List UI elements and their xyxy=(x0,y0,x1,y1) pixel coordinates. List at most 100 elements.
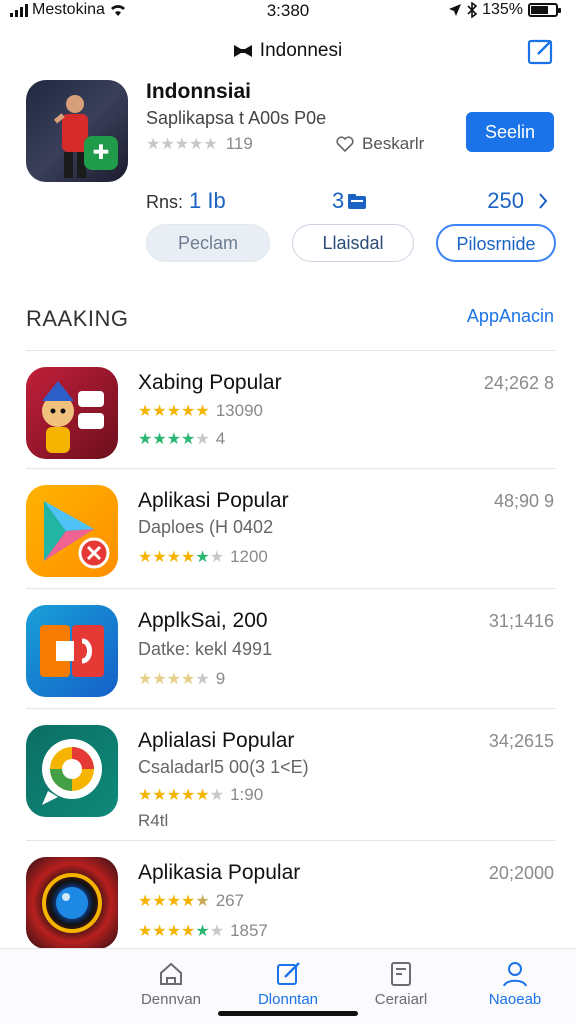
tab-label: Dlonntan xyxy=(257,991,319,1008)
featured-app-name: Indonnsiai xyxy=(146,80,251,103)
pill-button-1[interactable]: Peclam xyxy=(146,224,270,262)
location-arrow-icon xyxy=(449,4,462,16)
rating-count-secondary: 1857 xyxy=(230,921,268,940)
app-rating-secondary: ★★★★★★ 1857 xyxy=(138,921,268,941)
app-download-count: 34;2615 xyxy=(488,731,554,751)
star-rating-icon: ★★★★★★ xyxy=(138,787,225,804)
star-rating-icon: ★★★★★★ xyxy=(138,923,225,940)
tab-label: Ceraiarl xyxy=(374,991,428,1008)
tab-compose[interactable]: Dlonntan xyxy=(233,957,343,1008)
home-icon xyxy=(160,962,182,985)
list-item[interactable]: Aplialasi Popular 34;2615 Csaladarl5 00(… xyxy=(26,708,556,840)
stat-value-1: 1 Ib xyxy=(189,188,226,213)
section-title: RAAKING xyxy=(26,306,129,331)
status-bar: Mestokina 3:380 135% xyxy=(0,0,576,22)
app-subtitle: Datke: kekl 4991 xyxy=(138,639,273,659)
stat-value-3: 250 xyxy=(487,188,524,213)
bookmark-button[interactable]: Beskarlr xyxy=(336,134,424,154)
app-rating-primary: ★★★★★★ 1:90 xyxy=(138,785,263,805)
play-store-app-icon[interactable] xyxy=(26,485,118,577)
featured-app-rating: ★★★★★ 119 xyxy=(146,134,253,154)
list-item[interactable]: ApplkSai, 200 31;1416 Datke: kekl 4991 ★… xyxy=(26,588,556,708)
tab-label: Naoeab xyxy=(488,991,542,1008)
tab-bar: Dennvan Dlonntan Ceraiarl Naoeab xyxy=(0,948,576,1024)
app-title: Aplikasi Popular xyxy=(138,489,289,512)
star-rating-icon: ★★★★★ xyxy=(138,893,210,910)
battery-percent: 135% xyxy=(482,1,523,18)
rating-stars-icon: ★★★★★ xyxy=(146,136,218,153)
stat-age[interactable]: 250 xyxy=(487,188,548,214)
star-rating-icon: ★★★★★ xyxy=(138,431,210,448)
app-title: Xabing Popular xyxy=(138,371,282,394)
bluetooth-icon xyxy=(467,2,478,18)
app-title: Aplialasi Popular xyxy=(138,729,295,752)
list-item[interactable]: Aplikasia Popular 20;2000 ★★★★★ 267 ★★★★… xyxy=(26,840,556,950)
app-subtitle: Daploes (H 0402 xyxy=(138,517,274,537)
app-extra-label: R4tl xyxy=(138,811,169,830)
stats-row: Rns: 1 Ib 3 250 xyxy=(146,188,558,218)
app-rating-primary: ★★★★★★ 1200 xyxy=(138,547,268,567)
chat-app-icon[interactable] xyxy=(26,725,118,817)
colorful-chat-bubble-icon xyxy=(42,739,102,805)
rating-count: 9 xyxy=(215,669,226,688)
tab-home[interactable]: Dennvan xyxy=(116,957,226,1008)
compose-icon[interactable] xyxy=(526,36,556,66)
chevron-right-icon xyxy=(539,193,548,209)
list-item[interactable]: Aplikasi Popular 48;90 9 Daploes (H 0402… xyxy=(26,468,556,588)
cartoon-character-app-icon[interactable] xyxy=(26,367,118,459)
app-download-count: 48;90 9 xyxy=(493,491,554,511)
app-rating-primary: ★★★★★ 9 xyxy=(138,669,225,689)
play-triangle-icon xyxy=(44,501,110,569)
folder-icon xyxy=(348,194,367,209)
rating-count-secondary: 4 xyxy=(215,429,226,448)
app-title: Aplikasia Popular xyxy=(138,861,301,884)
rating-count: 1200 xyxy=(230,547,268,566)
abstract-shape-icon xyxy=(40,625,104,677)
cartoon-face-icon xyxy=(42,381,104,453)
tab-document[interactable]: Ceraiarl xyxy=(346,957,456,1008)
compose-icon xyxy=(277,962,300,985)
pill-button-2[interactable]: Llaisdal xyxy=(292,224,414,262)
camera-lens-app-icon[interactable] xyxy=(26,857,118,949)
featured-app-subtitle: Saplikapsa t A00s P0e xyxy=(146,108,327,128)
featured-app-icon[interactable]: ✚ xyxy=(26,80,128,182)
document-icon xyxy=(391,962,411,986)
app-rating-primary: ★★★★★ 267 xyxy=(138,891,244,911)
home-indicator[interactable] xyxy=(218,1011,358,1016)
list-item[interactable]: Xabing Popular 24;262 8 ★★★★★ 13090 ★★★★… xyxy=(26,350,556,468)
tab-label: Dennvan xyxy=(140,991,202,1008)
app-subtitle: Csaladarl5 00(3 1<E) xyxy=(138,757,309,777)
filter-pills: Peclam Llaisdal Pilosrnide xyxy=(146,224,558,264)
featured-rating-count: 119 xyxy=(225,134,253,153)
app-download-count: 24;262 8 xyxy=(483,373,554,393)
rating-count: 13090 xyxy=(215,401,263,420)
stat-label: Rns: xyxy=(146,192,184,212)
stat-value-2: 3 xyxy=(332,188,345,213)
editor-app-icon[interactable] xyxy=(26,605,118,697)
stat-category: 3 xyxy=(332,188,368,214)
pill-button-3[interactable]: Pilosrnide xyxy=(436,224,556,262)
navigation-bar: Indonnesi xyxy=(0,30,576,74)
star-rating-icon: ★★★★★ xyxy=(138,671,210,688)
tab-profile[interactable]: Naoeab xyxy=(460,957,570,1008)
heart-icon xyxy=(336,136,354,152)
star-rating-icon: ★★★★★ xyxy=(138,403,210,420)
nav-title: Indonnesi xyxy=(259,40,343,61)
get-button[interactable]: Seelin xyxy=(466,112,554,152)
section-see-all-link[interactable]: AppAnacin xyxy=(467,306,554,327)
nav-title-group: Indonnesi xyxy=(0,40,576,62)
battery-icon xyxy=(528,3,561,17)
ranking-section-header: RAAKING AppAnacin xyxy=(26,306,556,334)
stat-size: Rns: 1 Ib xyxy=(146,188,226,214)
rating-count: 1:90 xyxy=(230,785,264,804)
app-title: ApplkSai, 200 xyxy=(138,609,268,632)
app-download-count: 20;2000 xyxy=(488,863,554,883)
person-icon xyxy=(503,962,527,987)
featured-app-card[interactable]: ✚ Indonnsiai Saplikapsa t A00s P0e ★★★★★… xyxy=(26,80,556,190)
app-download-count: 31;1416 xyxy=(488,611,554,631)
rating-count: 267 xyxy=(215,891,245,910)
star-rating-icon: ★★★★★★ xyxy=(138,549,225,566)
controller-badge-icon: ✚ xyxy=(84,136,118,170)
app-rating-secondary: ★★★★★ 4 xyxy=(138,429,225,449)
lens-icon xyxy=(42,873,102,933)
